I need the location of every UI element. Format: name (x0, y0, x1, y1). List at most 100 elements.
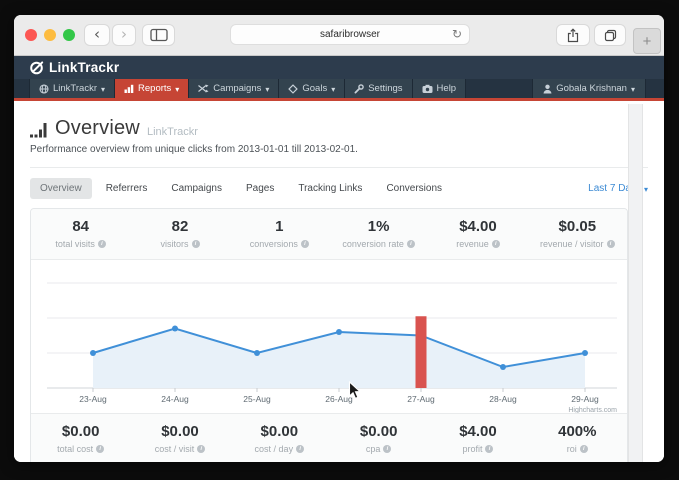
tab-pages[interactable]: Pages (236, 178, 284, 199)
minimize-window-icon[interactable] (44, 29, 56, 41)
stat-value: $4.00 (428, 218, 527, 235)
brand-name: LinkTrackr (49, 60, 119, 75)
svg-text:25-Aug: 25-Aug (243, 394, 271, 404)
stat-value: $4.00 (428, 423, 527, 440)
info-icon[interactable]: i (407, 240, 415, 248)
overview-panel: 84 total visitsi 82 visitors i 1 conversi… (30, 208, 628, 462)
diamond-icon (288, 84, 298, 94)
svg-text:26-Aug: 26-Aug (325, 394, 353, 404)
info-icon[interactable]: i (301, 240, 309, 248)
nav-item-reports[interactable]: Reports ▾ (115, 79, 189, 98)
tab-overview[interactable]: Overview (30, 178, 92, 199)
caret-down-icon: ▾ (101, 85, 105, 94)
svg-text:29-Aug: 29-Aug (571, 394, 599, 404)
stat-label: total cost (57, 444, 93, 454)
zoom-window-icon[interactable] (63, 29, 75, 41)
sidebar-button[interactable] (142, 24, 175, 46)
stat-label: total visits (55, 239, 95, 249)
stat-total-visits: 84 total visitsi (31, 209, 130, 259)
stat-label: revenue (456, 239, 489, 249)
nav-item-campaigns[interactable]: Campaigns ▾ (189, 79, 279, 98)
tab-tracking-links[interactable]: Tracking Links (288, 178, 372, 199)
reload-icon[interactable]: ↻ (452, 27, 462, 41)
info-icon[interactable]: i (580, 445, 588, 453)
tab-referrers[interactable]: Referrers (96, 178, 158, 199)
nav-item-label: Reports (138, 83, 171, 94)
brand-bar: LinkTrackr (14, 56, 664, 79)
scrollbar[interactable] (628, 104, 643, 462)
shuffle-icon (198, 84, 209, 93)
new-tab-button[interactable]: + (633, 28, 661, 54)
info-icon[interactable]: i (192, 240, 200, 248)
stat-roi: 400% roii (528, 414, 627, 462)
nav-item-label: LinkTrackr (53, 83, 97, 94)
info-icon[interactable]: i (96, 445, 104, 453)
stat-label: profit (462, 444, 482, 454)
nav-item-linktrackr[interactable]: LinkTrackr ▾ (29, 79, 115, 98)
nav-item-help[interactable]: Help (413, 79, 467, 98)
stat-label: roi (567, 444, 577, 454)
nav-item-goals[interactable]: Goals ▾ (279, 79, 345, 98)
tabs-icon (604, 29, 617, 42)
user-icon (543, 84, 552, 94)
stat-value: 1% (329, 218, 428, 235)
caret-down-icon: ▾ (631, 85, 635, 94)
info-icon[interactable]: i (383, 445, 391, 453)
stat-profit: $4.00 profiti (428, 414, 527, 462)
stat-visitors: 82 visitors i (130, 209, 229, 259)
page-subtitle: Performance overview from unique clicks … (30, 144, 648, 155)
stat-revenue-per-visitor: $0.05 revenue / visitori (528, 209, 627, 259)
report-tabs: Overview Referrers Campaigns Pages Track… (14, 168, 664, 199)
tab-campaigns[interactable]: Campaigns (161, 178, 232, 199)
page-title-suffix: LinkTrackr (147, 126, 198, 140)
share-button[interactable] (556, 24, 590, 46)
address-text: safaribrowser (320, 29, 380, 40)
sidebar-icon (150, 28, 168, 42)
stat-value: 82 (130, 218, 229, 235)
linktrackr-logo-icon (29, 60, 45, 76)
stat-cost-per-visit: $0.00 cost / visiti (130, 414, 229, 462)
svg-text:28-Aug: 28-Aug (489, 394, 517, 404)
back-button[interactable]: ‹ (84, 24, 110, 46)
stat-conversions: 1 conversionsi (230, 209, 329, 259)
caret-down-icon: ▾ (265, 85, 269, 94)
tabs-overview-button[interactable] (594, 24, 626, 46)
chart-section: 23-Aug24-Aug25-Aug26-Aug27-Aug28-Aug29-A… (31, 259, 627, 414)
performance-chart: 23-Aug24-Aug25-Aug26-Aug27-Aug28-Aug29-A… (31, 262, 627, 414)
page-header: Overview LinkTrackr Performance overview… (14, 104, 664, 168)
stat-label: visitors (160, 239, 188, 249)
address-bar[interactable]: safaribrowser ↻ (230, 24, 470, 45)
caret-down-icon: ▾ (175, 85, 179, 94)
info-icon[interactable]: i (98, 240, 106, 248)
browser-chrome: ‹ › safaribrowser ↻ (14, 15, 664, 56)
page-content: Overview LinkTrackr Performance overview… (14, 104, 664, 462)
stat-label: cost / visit (155, 444, 195, 454)
page-title: Overview (55, 117, 140, 140)
nav-item-settings[interactable]: Settings (345, 79, 412, 98)
main-nav: LinkTrackr ▾ Reports ▾ Campaigns (14, 79, 664, 101)
info-icon[interactable]: i (492, 240, 500, 248)
forward-button[interactable]: › (112, 24, 136, 46)
user-menu[interactable]: Gobala Krishnan ▾ (532, 79, 646, 98)
user-name: Gobala Krishnan (556, 83, 627, 94)
stat-label: cpa (366, 444, 381, 454)
info-icon[interactable]: i (607, 240, 615, 248)
stat-label: cost / day (255, 444, 294, 454)
nav-spacer (466, 79, 532, 98)
nav-item-label: Help (437, 83, 457, 94)
caret-down-icon: ▾ (644, 185, 648, 194)
svg-text:23-Aug: 23-Aug (79, 394, 107, 404)
bar-chart-icon (124, 84, 134, 93)
stats-row-top: 84 total visitsi 82 visitors i 1 conversi… (31, 209, 627, 259)
info-icon[interactable]: i (296, 445, 304, 453)
info-icon[interactable]: i (485, 445, 493, 453)
stat-label: conversion rate (342, 239, 404, 249)
info-icon[interactable]: i (197, 445, 205, 453)
stat-value: 1 (230, 218, 329, 235)
stat-label: conversions (250, 239, 298, 249)
close-window-icon[interactable] (25, 29, 37, 41)
tab-conversions[interactable]: Conversions (376, 178, 452, 199)
stat-label: revenue / visitor (540, 239, 604, 249)
svg-text:27-Aug: 27-Aug (407, 394, 435, 404)
stat-value: $0.00 (130, 423, 229, 440)
